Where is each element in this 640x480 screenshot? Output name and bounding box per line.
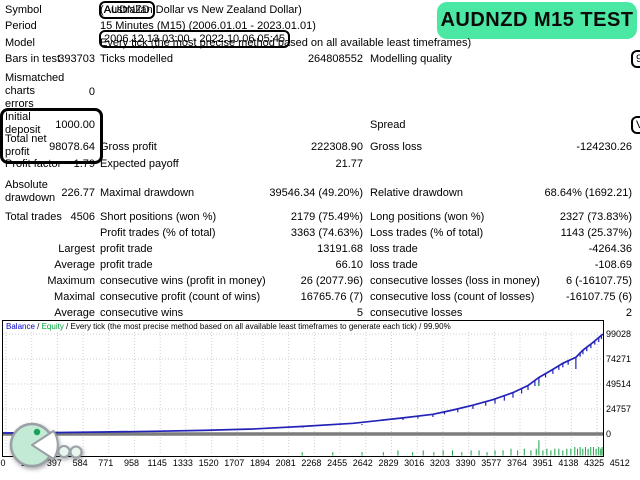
report-label: consecutive loss (count of losses) xyxy=(370,291,534,304)
report-label: Gross profit xyxy=(100,141,157,154)
report-value: 2 xyxy=(626,307,632,320)
pacman-logo xyxy=(4,414,92,474)
report-label: loss trade xyxy=(370,243,418,256)
report-value: 1143 (25.37%) xyxy=(561,227,632,240)
report-label: profit trade xyxy=(100,243,153,256)
report-label: Mismatched charts errors xyxy=(5,72,65,111)
report-value: 4506 xyxy=(71,211,95,224)
report-value: 222308.90 xyxy=(311,141,363,154)
report-value: 66.10 xyxy=(335,259,363,272)
y-axis-tick-label: 49514 xyxy=(606,378,631,391)
pacman-eye-icon xyxy=(34,429,40,435)
report-label: Ticks modelled xyxy=(100,53,173,66)
report-label: profit trade xyxy=(100,259,153,272)
y-axis-tick-label: 74271 xyxy=(606,353,631,366)
report-label: consecutive wins xyxy=(100,307,183,320)
title-badge: AUDNZD M15 TEST xyxy=(437,2,637,39)
report-value: 0 xyxy=(89,86,95,99)
report-value: 1000.00 xyxy=(55,119,95,132)
y-axis-tick-label: 99028 xyxy=(606,328,631,341)
report-value: 5 xyxy=(357,307,363,320)
report-value: 68.64% (1692.21) xyxy=(545,187,632,200)
report-label: consecutive losses (loss in money) xyxy=(370,275,540,288)
report-value: -108.69 xyxy=(595,259,632,272)
report-label: AUDNZD (Australian Dollar vs New Zealand… xyxy=(100,4,302,17)
pacman-dot-2-icon xyxy=(59,446,70,457)
report-value: -16107.75 (6) xyxy=(566,291,632,304)
report-value: Maximal xyxy=(54,291,95,304)
report-label: Period xyxy=(5,20,95,33)
report-label: Loss trades (% of total) xyxy=(370,227,483,240)
report-label: Every tick (the most precise method base… xyxy=(100,37,471,50)
report-label: Gross loss xyxy=(370,141,422,154)
report-label: Maximal drawdown xyxy=(100,187,194,200)
report-value: 393703 xyxy=(58,53,95,66)
report-value: 1.79 xyxy=(74,158,95,171)
annotation-box-inline: AUDNZD xyxy=(99,1,155,19)
report-value: -4264.36 xyxy=(589,243,632,256)
report-label: Symbol xyxy=(5,4,95,17)
report-label: Long positions (won %) xyxy=(370,211,484,224)
report-label: Modelling quality xyxy=(370,53,452,66)
report-label: consecutive losses xyxy=(370,307,462,320)
report-value: 98078.64 xyxy=(49,141,95,154)
report-label: Spread xyxy=(370,119,405,132)
pacman-dot-3-icon xyxy=(71,447,82,458)
balance-chart: Balance / Equity / Every tick (the most … xyxy=(2,320,604,457)
y-axis-tick-label: 0 xyxy=(606,428,611,441)
annotation-box-inline: 99.90% xyxy=(631,50,640,68)
mt4-backtest-report: { "badge": { "label": "AUDNZD M15 TEST",… xyxy=(0,0,640,480)
report-label: Short positions (won %) xyxy=(100,211,216,224)
report-label: Model xyxy=(5,37,95,50)
report-label: consecutive profit (count of wins) xyxy=(100,291,260,304)
annotation-box-inline: Variable xyxy=(631,116,640,134)
title-badge-label: AUDNZD M15 TEST xyxy=(440,14,633,27)
report-value: 3363 (74.63%) xyxy=(291,227,363,240)
report-value: 39546.34 (49.20%) xyxy=(269,187,363,200)
report-value: 26 (2077.96) xyxy=(301,275,363,288)
x-axis-tick-label: 4512 xyxy=(603,457,637,470)
report-label: consecutive wins (profit in money) xyxy=(100,275,266,288)
report-value: 6 (-16107.75) xyxy=(566,275,632,288)
report-value: Maximum xyxy=(47,275,95,288)
report-value: 226.77 xyxy=(61,187,95,200)
report-label: Expected payoff xyxy=(100,158,179,171)
report-value: 21.77 xyxy=(335,158,363,171)
balance-curve-plot xyxy=(3,321,603,456)
report-value: 16765.76 (7) xyxy=(301,291,363,304)
report-value: Average xyxy=(54,259,95,272)
report-label: 15 Minutes (M15) 2006.12.13 03:00 - 2022… xyxy=(100,20,316,33)
report-label: loss trade xyxy=(370,259,418,272)
report-value: Largest xyxy=(58,243,95,256)
report-value: 13191.68 xyxy=(317,243,363,256)
report-value: -124230.26 xyxy=(576,141,632,154)
report-value: 264808552 xyxy=(308,53,363,66)
report-label: Absolute drawdown xyxy=(5,179,65,205)
report-value: 2179 (75.49%) xyxy=(291,211,363,224)
report-value: 2327 (73.83%) xyxy=(560,211,632,224)
report-label: Relative drawdown xyxy=(370,187,463,200)
y-axis-tick-label: 24757 xyxy=(606,403,631,416)
report-value: Average xyxy=(54,307,95,320)
report-label: Profit trades (% of total) xyxy=(100,227,216,240)
